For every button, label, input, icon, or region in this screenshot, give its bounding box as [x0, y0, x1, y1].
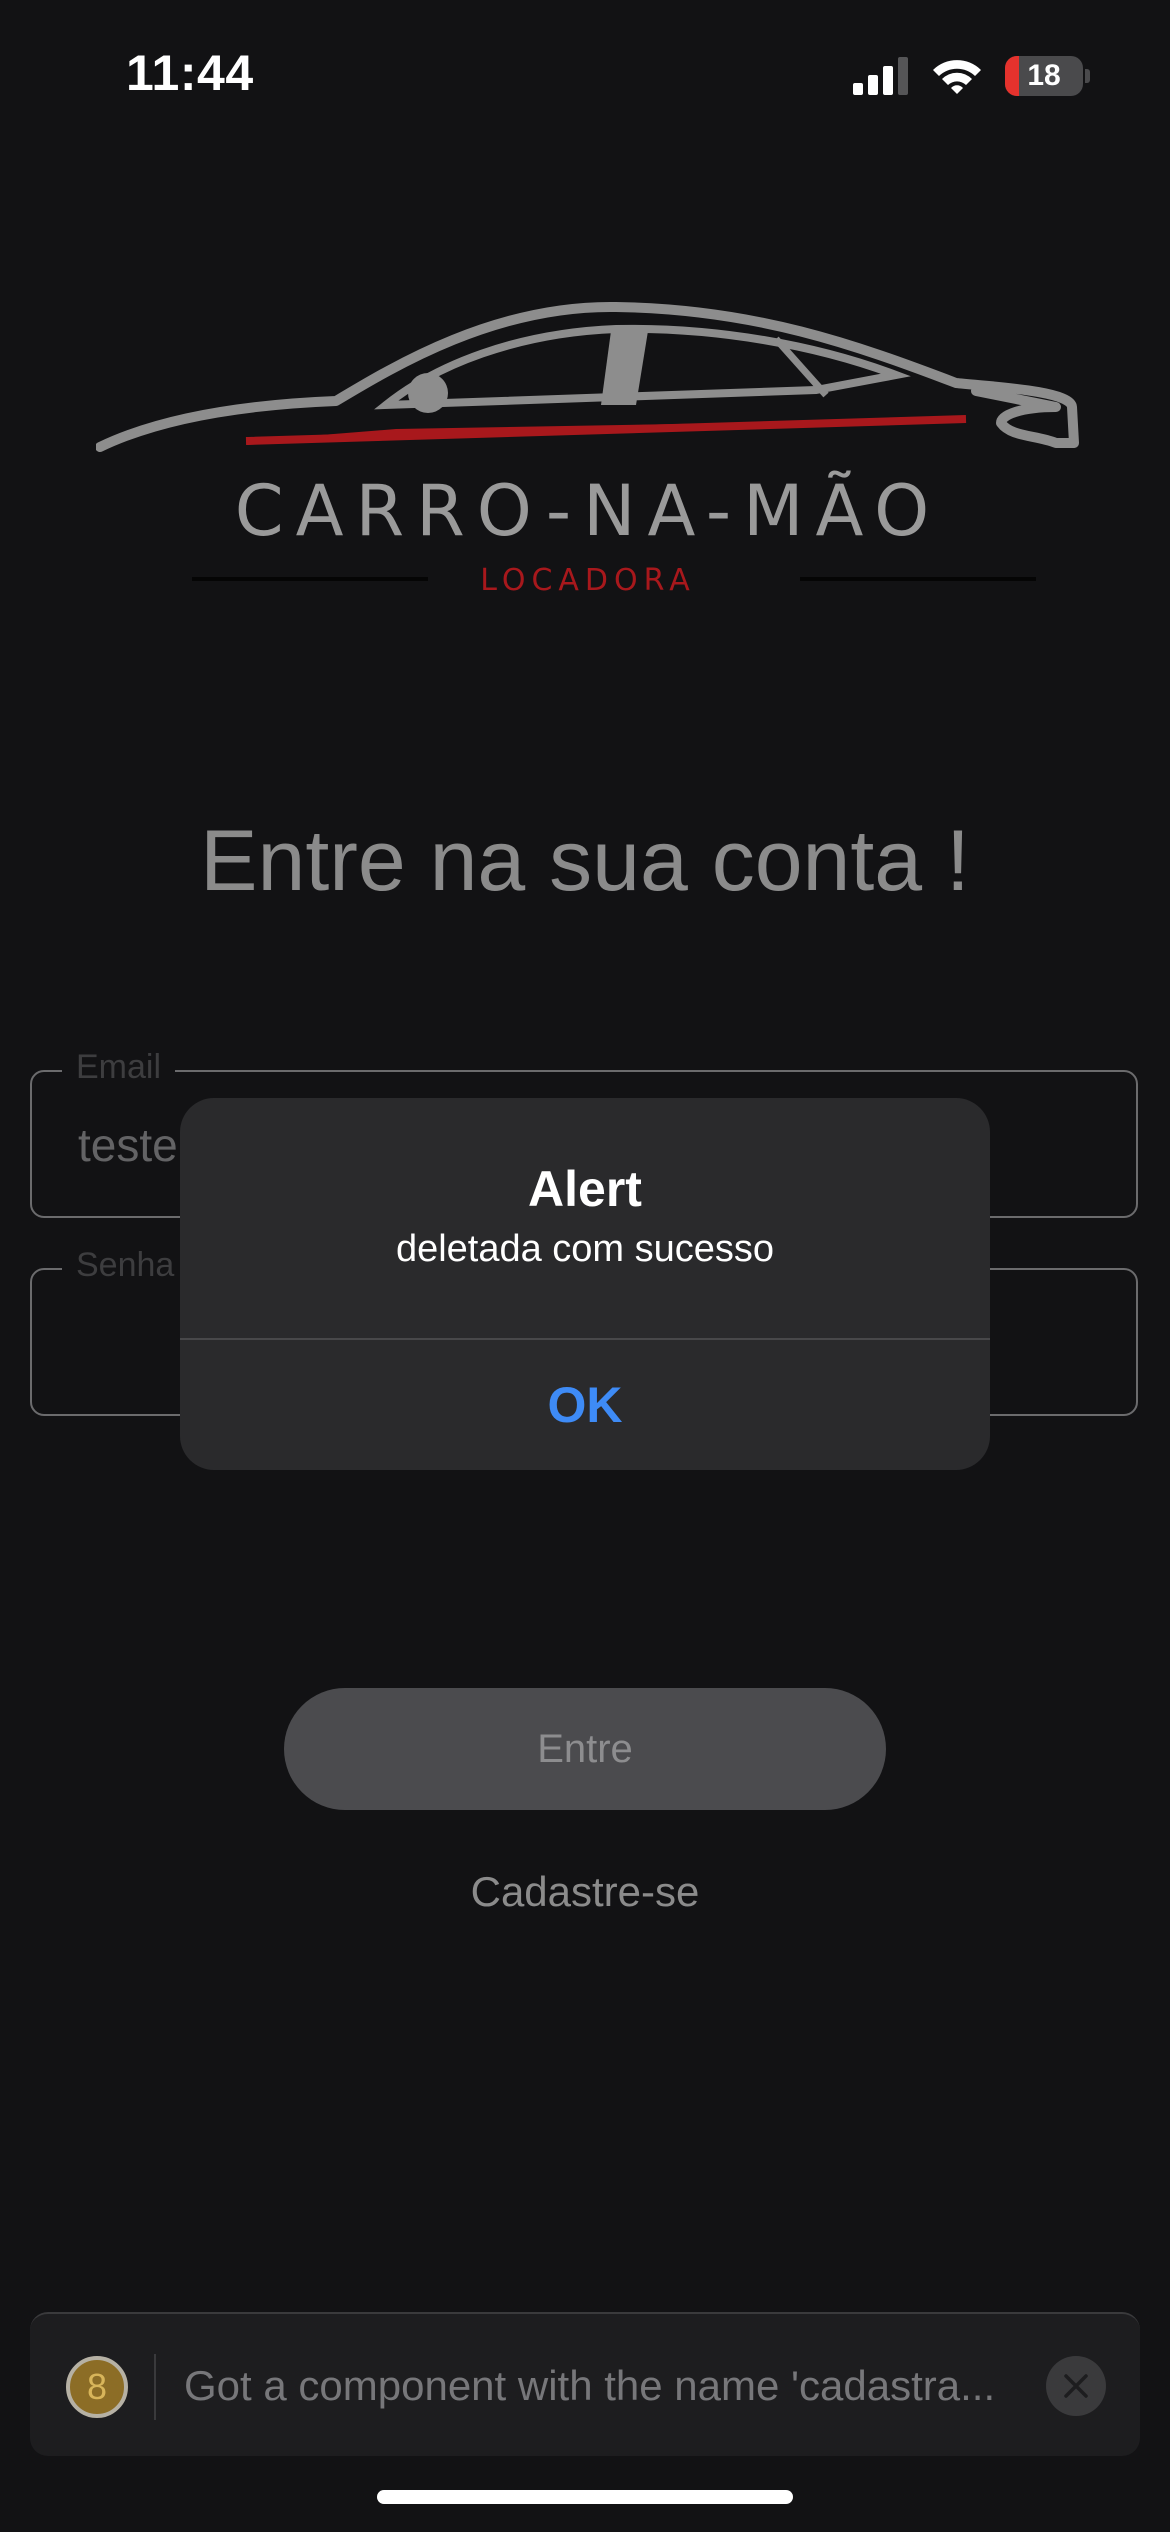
email-field-label: Email [62, 1048, 176, 1087]
log-banner-divider [154, 2354, 156, 2420]
password-field-label: Senha [62, 1246, 189, 1285]
logo-divider-right [800, 577, 1036, 581]
battery-fill [1005, 56, 1020, 96]
signup-link[interactable]: Cadastre-se [0, 1868, 1170, 1916]
log-count-badge: 8 [66, 2356, 128, 2418]
battery-icon: 18 [1005, 56, 1083, 96]
alert-ok-button[interactable]: OK [180, 1340, 990, 1470]
close-icon[interactable] [1046, 2356, 1106, 2416]
logo-title: CARRO-NA-MÃO [234, 470, 942, 552]
battery-level: 18 [1027, 59, 1061, 92]
app-screen: 11:44 18 CARRO-NA-MÃO LOCADORA Entre na … [0, 0, 1170, 2532]
close-icon-glyph [1064, 2374, 1088, 2398]
home-indicator[interactable] [377, 2490, 793, 2504]
alert-title: Alert [528, 1161, 642, 1217]
status-time: 11:44 [126, 45, 254, 101]
log-banner[interactable]: 8 Got a component with the name 'cadastr… [30, 2312, 1140, 2456]
alert-dialog: Alert deletada com sucesso OK [180, 1098, 990, 1470]
log-banner-message: Got a component with the name 'cadastra.… [184, 2362, 996, 2409]
alert-message: deletada com sucesso [395, 1228, 775, 1270]
login-button[interactable]: Entre [284, 1688, 886, 1810]
wifi-icon [933, 60, 981, 94]
battery-nub [1085, 69, 1090, 83]
email-field-value: teste [78, 1119, 178, 1171]
cellular-signal-icon [853, 57, 908, 95]
car-logo-icon [96, 301, 1079, 452]
brand-logo: CARRO-NA-MÃO LOCADORA [96, 295, 1080, 605]
status-icons: 18 [853, 52, 1090, 100]
page-title: Entre na sua conta ! [200, 813, 970, 909]
